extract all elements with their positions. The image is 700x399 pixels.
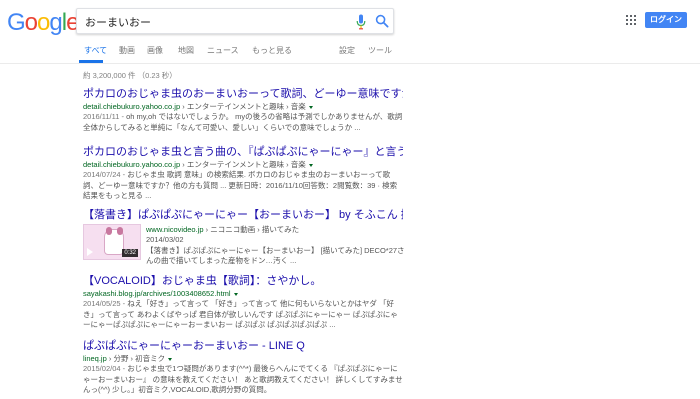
video-duration: 0:32 [122, 249, 138, 257]
search-result: ポカロのおじゃま虫と言う曲の、『ぱぷぱぷにゃーにゃー』と言う歌詞 ... det… [83, 145, 403, 202]
google-logo[interactable]: Google [7, 9, 79, 37]
result-title-link[interactable]: 【VOCALOID】おじゃま虫【歌詞】：さやかし。 [83, 274, 403, 288]
result-snippet: 2014/07/24 - おじゃま虫 歌詞 意味」の検索結果. ボカロのおじゃま… [83, 170, 403, 202]
result-snippet-text: おじゃま虫で1つ疑問があります(^^*) 最後らへんにでてくる 『ぱぷぱぷにゃー… [83, 364, 403, 394]
search-input[interactable] [85, 14, 345, 30]
result-date: 2015/02/04 - [83, 364, 128, 373]
url-menu-arrow-icon[interactable] [308, 105, 313, 109]
active-tab-indicator [79, 60, 103, 63]
result-url-host: detail.chiebukuro.yahoo.co.jp [83, 160, 181, 169]
result-title-link[interactable]: ポカロのおじゃま虫のおーまいおーって歌詞、どーゆー意味ですか？他 ... [83, 87, 403, 101]
result-snippet-text: oh my,oh ではないでしょうか。 myの後ろの省略は予測でしかありませんが… [83, 112, 403, 132]
result-snippet-text: ねえ「好き」って言って 「好き」って言って 他に何もいらないとかはヤダ 「好き」… [83, 299, 398, 329]
tab-videos[interactable]: 動画 [119, 45, 135, 56]
tab-settings[interactable]: 設定 [339, 45, 355, 56]
result-breadcrumb: › 分野 › 初音ミク [106, 354, 166, 363]
result-snippet: 2014/05/25 - ねえ「好き」って言って 「好き」って言って 他に何もい… [83, 299, 403, 331]
result-url[interactable]: detail.chiebukuro.yahoo.co.jp › エンターテインメ… [83, 101, 403, 112]
url-menu-arrow-icon[interactable] [168, 357, 173, 361]
tab-tools[interactable]: ツール [368, 45, 392, 56]
video-thumbnail[interactable]: 0:32 [83, 224, 141, 260]
apps-grid-icon[interactable] [626, 15, 636, 25]
result-url[interactable]: lineq.jp › 分野 › 初音ミク [83, 353, 403, 364]
header: Google ログイン すべて 動画 画像 地図 ニュース もっと見る 設定 ツ… [0, 0, 700, 64]
result-url-host: sayakashi.blog.jp/archives/1003408652.ht… [83, 289, 231, 298]
login-button[interactable]: ログイン [645, 12, 687, 28]
logo-letter: o [37, 9, 50, 36]
result-url[interactable]: detail.chiebukuro.yahoo.co.jp › エンターテインメ… [83, 159, 403, 170]
result-snippet: 2015/02/04 - おじゃま虫で1つ疑問があります(^^*) 最後らへんに… [83, 364, 403, 396]
result-snippet: 2016/11/11 - oh my,oh ではないでしょうか。 myの後ろの省… [83, 112, 403, 133]
result-url-host: detail.chiebukuro.yahoo.co.jp [83, 102, 181, 111]
result-breadcrumb: › エンターテインメントと趣味 › 音楽 [180, 102, 306, 111]
result-date: 2014/07/24 - [83, 170, 128, 179]
play-icon [87, 248, 93, 256]
result-breadcrumb: › ニコニコ動画 › 描いてみた [203, 225, 300, 234]
result-stats: 約 3,200,000 件 （0.23 秒） [83, 71, 177, 80]
video-row: 0:32 www.nicovideo.jp › ニコニコ動画 › 描いてみた 2… [83, 224, 406, 270]
result-title-link[interactable]: ポカロのおじゃま虫と言う曲の、『ぱぷぱぷにゃーにゃー』と言う歌詞 ... [83, 145, 403, 159]
search-result: ポカロのおじゃま虫のおーまいおーって歌詞、どーゆー意味ですか？他 ... det… [83, 87, 403, 133]
tab-all[interactable]: すべて [84, 45, 107, 56]
search-result: ぱぷぱぷにゃーにゃーおーまいおー - LINE Q lineq.jp › 分野 … [83, 339, 403, 396]
result-date: 2014/05/25 - [83, 299, 128, 308]
tab-news[interactable]: ニュース [207, 45, 239, 56]
tab-images[interactable]: 画像 [147, 45, 163, 56]
logo-letter: G [7, 9, 26, 36]
search-icon[interactable] [375, 14, 389, 28]
video-upload-date: 2014/03/02 [146, 235, 184, 244]
logo-letter: g [49, 9, 62, 36]
search-result: 【VOCALOID】おじゃま虫【歌詞】：さやかし。 sayakashi.blog… [83, 274, 403, 331]
search-box[interactable] [76, 8, 394, 34]
search-result-video: 【落書き】ぱぷぱぷにゃーにゃー【おーまいおー】 by そふこん 描いて... 0… [83, 208, 406, 270]
result-url-host: lineq.jp [83, 354, 107, 363]
logo-letter: o [24, 9, 38, 36]
url-menu-arrow-icon[interactable] [308, 163, 313, 167]
result-snippet-text: 【落書き】ぱぷぱぷにゃーにゃー【おーまいおー】 [描いてみた] DECO*27さ… [146, 245, 405, 266]
result-url-host: www.nicovideo.jp [146, 225, 204, 234]
result-title-link[interactable]: 【落書き】ぱぷぱぷにゃーにゃー【おーまいおー】 by そふこん 描いて... [83, 208, 403, 222]
tab-maps[interactable]: 地図 [178, 45, 194, 56]
result-url[interactable]: sayakashi.blog.jp/archives/1003408652.ht… [83, 288, 403, 299]
microphone-icon[interactable] [356, 14, 366, 30]
result-snippet-text: おじゃま虫 歌詞 意味」の検索結果. ボカロのおじゃま虫のおーまいおーって歌詞、… [83, 170, 398, 200]
result-url[interactable]: www.nicovideo.jp › ニコニコ動画 › 描いてみた [146, 224, 406, 235]
result-date: 2016/11/11 - [83, 112, 127, 121]
video-meta: www.nicovideo.jp › ニコニコ動画 › 描いてみた 2014/0… [146, 224, 406, 267]
result-breadcrumb: › エンターテインメントと趣味 › 音楽 [180, 160, 306, 169]
result-title-link[interactable]: ぱぷぱぷにゃーにゃーおーまいおー - LINE Q [83, 339, 403, 353]
tab-more[interactable]: もっと見る [252, 45, 292, 56]
url-menu-arrow-icon[interactable] [233, 292, 238, 296]
